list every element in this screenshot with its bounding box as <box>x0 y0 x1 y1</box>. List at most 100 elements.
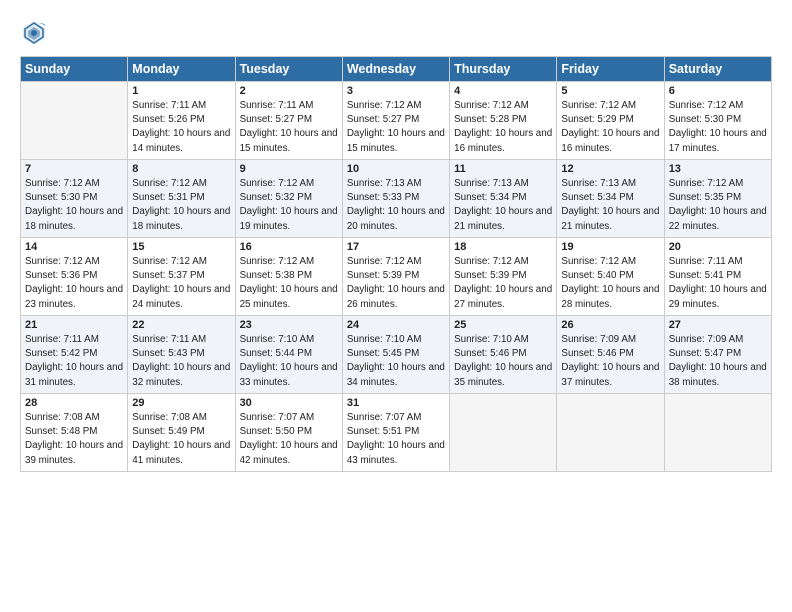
day-number: 14 <box>25 241 123 253</box>
day-number: 30 <box>240 397 338 409</box>
day-number: 17 <box>347 241 445 253</box>
calendar-cell: 13 Sunrise: 7:12 AMSunset: 5:35 PMDayligh… <box>664 160 771 238</box>
weekday-header-row: SundayMondayTuesdayWednesdayThursdayFrid… <box>21 57 772 82</box>
calendar-cell: 19Sunrise: 7:12 AMSunset: 5:40 PMDayligh… <box>557 238 664 316</box>
day-info: Sunrise: 7:10 AMSunset: 5:44 PMDaylight:… <box>240 333 338 390</box>
day-number: 31 <box>347 397 445 409</box>
day-number: 15 <box>132 241 230 253</box>
day-info: Sunrise: 7:08 AMSunset: 5:49 PMDaylight:… <box>132 411 230 468</box>
weekday-header-wednesday: Wednesday <box>342 57 449 82</box>
day-info: Sunrise: 7:09 AMSunset: 5:47 PMDaylight:… <box>669 333 767 390</box>
day-info: Sunrise: 7:13 AMSunset: 5:34 PMDaylight:… <box>454 177 552 234</box>
day-info: Sunrise: 7:13 AMSunset: 5:33 PMDaylight:… <box>347 177 445 234</box>
day-number: 25 <box>454 319 552 331</box>
calendar-cell: 9 Sunrise: 7:12 AMSunset: 5:32 PMDaylight… <box>235 160 342 238</box>
calendar-cell: 1 Sunrise: 7:11 AMSunset: 5:26 PMDaylight… <box>128 82 235 160</box>
day-number: 26 <box>561 319 659 331</box>
day-number: 6 <box>669 85 767 97</box>
page: SundayMondayTuesdayWednesdayThursdayFrid… <box>0 0 792 612</box>
week-row-2: 7 Sunrise: 7:12 AMSunset: 5:30 PMDaylight… <box>21 160 772 238</box>
day-info: Sunrise: 7:12 AMSunset: 5:31 PMDaylight:… <box>132 177 230 234</box>
calendar-cell: 4Sunrise: 7:12 AMSunset: 5:28 PMDaylight… <box>450 82 557 160</box>
calendar-cell: 3 Sunrise: 7:12 AMSunset: 5:27 PMDaylight… <box>342 82 449 160</box>
calendar-cell: 15Sunrise: 7:12 AMSunset: 5:37 PMDayligh… <box>128 238 235 316</box>
day-number: 5 <box>561 85 659 97</box>
calendar-cell: 26 Sunrise: 7:09 AMSunset: 5:46 PMDayligh… <box>557 316 664 394</box>
day-number: 22 <box>132 319 230 331</box>
day-info: Sunrise: 7:10 AMSunset: 5:46 PMDaylight:… <box>454 333 552 390</box>
day-number: 21 <box>25 319 123 331</box>
day-info: Sunrise: 7:11 AMSunset: 5:42 PMDaylight:… <box>25 333 123 390</box>
calendar-cell: 28Sunrise: 7:08 AMSunset: 5:48 PMDayligh… <box>21 394 128 472</box>
calendar-cell: 2 Sunrise: 7:11 AMSunset: 5:27 PMDaylight… <box>235 82 342 160</box>
day-info: Sunrise: 7:12 AMSunset: 5:30 PMDaylight:… <box>669 99 767 156</box>
day-number: 23 <box>240 319 338 331</box>
calendar-cell: 16 Sunrise: 7:12 AMSunset: 5:38 PMDayligh… <box>235 238 342 316</box>
calendar-cell: 20Sunrise: 7:11 AMSunset: 5:41 PMDayligh… <box>664 238 771 316</box>
calendar-cell: 5 Sunrise: 7:12 AMSunset: 5:29 PMDaylight… <box>557 82 664 160</box>
day-number: 1 <box>132 85 230 97</box>
day-number: 24 <box>347 319 445 331</box>
calendar-table: SundayMondayTuesdayWednesdayThursdayFrid… <box>20 56 772 472</box>
day-number: 3 <box>347 85 445 97</box>
day-info: Sunrise: 7:12 AMSunset: 5:27 PMDaylight:… <box>347 99 445 156</box>
weekday-header-tuesday: Tuesday <box>235 57 342 82</box>
calendar-cell: 8 Sunrise: 7:12 AMSunset: 5:31 PMDaylight… <box>128 160 235 238</box>
day-number: 8 <box>132 163 230 175</box>
day-info: Sunrise: 7:09 AMSunset: 5:46 PMDaylight:… <box>561 333 659 390</box>
day-info: Sunrise: 7:07 AMSunset: 5:51 PMDaylight:… <box>347 411 445 468</box>
day-number: 11 <box>454 163 552 175</box>
calendar-cell: 22 Sunrise: 7:11 AMSunset: 5:43 PMDayligh… <box>128 316 235 394</box>
day-number: 19 <box>561 241 659 253</box>
calendar-cell: 27Sunrise: 7:09 AMSunset: 5:47 PMDayligh… <box>664 316 771 394</box>
day-number: 9 <box>240 163 338 175</box>
day-info: Sunrise: 7:12 AMSunset: 5:30 PMDaylight:… <box>25 177 123 234</box>
weekday-header-sunday: Sunday <box>21 57 128 82</box>
logo <box>20 18 52 46</box>
weekday-header-thursday: Thursday <box>450 57 557 82</box>
day-info: Sunrise: 7:12 AMSunset: 5:36 PMDaylight:… <box>25 255 123 312</box>
week-row-5: 28Sunrise: 7:08 AMSunset: 5:48 PMDayligh… <box>21 394 772 472</box>
calendar-cell: 23 Sunrise: 7:10 AMSunset: 5:44 PMDayligh… <box>235 316 342 394</box>
day-info: Sunrise: 7:12 AMSunset: 5:39 PMDaylight:… <box>347 255 445 312</box>
day-info: Sunrise: 7:12 AMSunset: 5:29 PMDaylight:… <box>561 99 659 156</box>
day-info: Sunrise: 7:12 AMSunset: 5:39 PMDaylight:… <box>454 255 552 312</box>
day-info: Sunrise: 7:11 AMSunset: 5:43 PMDaylight:… <box>132 333 230 390</box>
day-info: Sunrise: 7:12 AMSunset: 5:32 PMDaylight:… <box>240 177 338 234</box>
day-info: Sunrise: 7:12 AMSunset: 5:35 PMDaylight:… <box>669 177 767 234</box>
calendar-cell <box>21 82 128 160</box>
day-number: 29 <box>132 397 230 409</box>
day-info: Sunrise: 7:11 AMSunset: 5:27 PMDaylight:… <box>240 99 338 156</box>
calendar-cell <box>450 394 557 472</box>
day-number: 16 <box>240 241 338 253</box>
day-number: 2 <box>240 85 338 97</box>
day-number: 10 <box>347 163 445 175</box>
calendar-cell: 31 Sunrise: 7:07 AMSunset: 5:51 PMDayligh… <box>342 394 449 472</box>
weekday-header-friday: Friday <box>557 57 664 82</box>
weekday-header-monday: Monday <box>128 57 235 82</box>
calendar-cell: 12Sunrise: 7:13 AMSunset: 5:34 PMDayligh… <box>557 160 664 238</box>
day-number: 20 <box>669 241 767 253</box>
calendar-cell: 7 Sunrise: 7:12 AMSunset: 5:30 PMDaylight… <box>21 160 128 238</box>
calendar-cell <box>664 394 771 472</box>
calendar-cell: 6 Sunrise: 7:12 AMSunset: 5:30 PMDaylight… <box>664 82 771 160</box>
calendar-cell: 14 Sunrise: 7:12 AMSunset: 5:36 PMDayligh… <box>21 238 128 316</box>
day-number: 7 <box>25 163 123 175</box>
calendar-cell: 18 Sunrise: 7:12 AMSunset: 5:39 PMDayligh… <box>450 238 557 316</box>
day-info: Sunrise: 7:12 AMSunset: 5:38 PMDaylight:… <box>240 255 338 312</box>
calendar-cell: 29 Sunrise: 7:08 AMSunset: 5:49 PMDayligh… <box>128 394 235 472</box>
day-number: 13 <box>669 163 767 175</box>
day-info: Sunrise: 7:10 AMSunset: 5:45 PMDaylight:… <box>347 333 445 390</box>
calendar-cell: 10 Sunrise: 7:13 AMSunset: 5:33 PMDayligh… <box>342 160 449 238</box>
logo-icon <box>20 18 48 46</box>
calendar-cell <box>557 394 664 472</box>
day-number: 4 <box>454 85 552 97</box>
day-info: Sunrise: 7:11 AMSunset: 5:26 PMDaylight:… <box>132 99 230 156</box>
calendar-cell: 30Sunrise: 7:07 AMSunset: 5:50 PMDayligh… <box>235 394 342 472</box>
day-number: 18 <box>454 241 552 253</box>
header <box>20 18 772 46</box>
calendar-cell: 24 Sunrise: 7:10 AMSunset: 5:45 PMDayligh… <box>342 316 449 394</box>
week-row-4: 21 Sunrise: 7:11 AMSunset: 5:42 PMDayligh… <box>21 316 772 394</box>
calendar-cell: 17 Sunrise: 7:12 AMSunset: 5:39 PMDayligh… <box>342 238 449 316</box>
day-info: Sunrise: 7:08 AMSunset: 5:48 PMDaylight:… <box>25 411 123 468</box>
